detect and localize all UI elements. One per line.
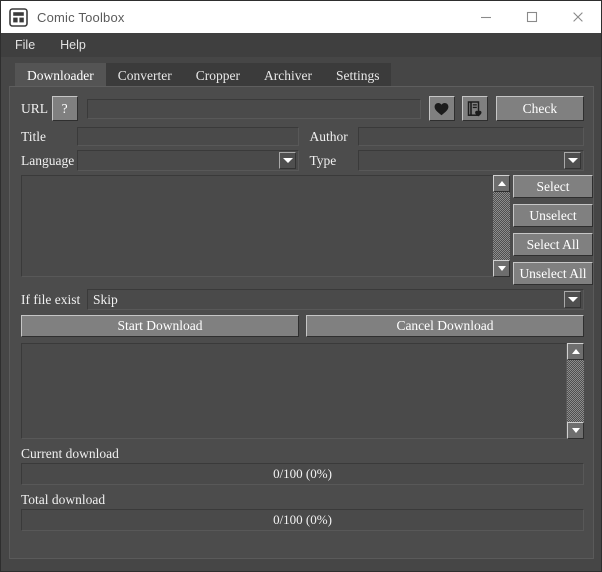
author-label: Author	[309, 128, 348, 144]
unselect-button[interactable]: Unselect	[513, 204, 593, 227]
tab-downloader[interactable]: Downloader	[15, 63, 106, 88]
author-input[interactable]	[357, 127, 584, 146]
close-button[interactable]	[555, 1, 601, 33]
favorites-list-button[interactable]	[461, 96, 488, 121]
check-button[interactable]: Check	[495, 96, 584, 121]
chevron-down-icon[interactable]	[564, 291, 581, 308]
url-help-button[interactable]: ?	[51, 96, 78, 121]
if-file-exist-row: If file exist Skip	[21, 289, 584, 310]
total-download-value: 0/100 (0%)	[273, 512, 332, 527]
chevron-down-icon[interactable]	[564, 152, 581, 169]
if-file-exist-value: Skip	[93, 291, 118, 307]
log-scrollbar[interactable]	[567, 343, 584, 439]
favorite-button[interactable]	[429, 96, 455, 121]
url-input[interactable]	[86, 98, 421, 119]
minimize-button[interactable]	[463, 1, 509, 33]
tab-archiver[interactable]: Archiver	[251, 63, 324, 88]
log-output[interactable]	[21, 343, 567, 439]
url-row: URL ? Check	[21, 96, 584, 121]
if-file-exist-combobox[interactable]: Skip	[87, 289, 584, 310]
app-window: Comic Toolbox File Help Downloader Conve…	[0, 0, 602, 572]
window-controls	[463, 1, 601, 33]
unselect-all-button[interactable]: Unselect All	[513, 262, 593, 285]
select-button[interactable]: Select	[513, 175, 593, 198]
if-file-exist-label: If file exist	[21, 291, 81, 307]
select-all-button[interactable]: Select All	[513, 233, 593, 256]
type-combobox[interactable]	[357, 150, 584, 171]
total-download-progressbar: 0/100 (0%)	[21, 509, 584, 531]
window-title: Comic Toolbox	[37, 9, 125, 25]
bookmark-heart-icon	[467, 100, 482, 116]
chevron-down-icon[interactable]	[279, 152, 297, 169]
current-download-value: 0/100 (0%)	[273, 466, 332, 481]
start-download-button[interactable]: Start Download	[21, 315, 299, 337]
minimize-icon	[481, 16, 491, 19]
scroll-up-button[interactable]	[567, 343, 584, 360]
cancel-download-button[interactable]: Cancel Download	[306, 315, 584, 337]
total-download-label: Total download	[21, 492, 106, 507]
menu-item-help[interactable]: Help	[56, 36, 95, 55]
title-input[interactable]	[77, 127, 300, 146]
downloader-panel: URL ? Check Title Author Language Type S…	[9, 86, 594, 559]
tab-strip: Downloader Converter Cropper Archiver Se…	[15, 62, 601, 88]
app-grid-icon	[9, 7, 28, 27]
menu-bar: File Help	[1, 33, 601, 57]
current-download-label: Current download	[21, 446, 119, 461]
maximize-button[interactable]	[509, 1, 555, 33]
language-type-row: Language Type	[21, 150, 584, 171]
close-icon	[573, 12, 583, 22]
scroll-up-button[interactable]	[493, 175, 510, 192]
tab-cropper[interactable]: Cropper	[183, 63, 252, 88]
url-label: URL	[21, 100, 48, 116]
maximize-icon	[526, 11, 538, 23]
language-combobox[interactable]	[77, 150, 300, 171]
current-download-progressbar: 0/100 (0%)	[21, 463, 584, 485]
tab-converter[interactable]: Converter	[105, 63, 184, 88]
scroll-down-button[interactable]	[567, 422, 584, 439]
title-author-row: Title Author	[21, 127, 584, 146]
tab-settings[interactable]: Settings	[323, 63, 392, 88]
scroll-down-button[interactable]	[493, 260, 510, 277]
type-label: Type	[309, 152, 337, 168]
chapter-list[interactable]	[21, 175, 495, 277]
chapter-list-scrollbar[interactable]	[493, 175, 510, 277]
heart-icon	[435, 102, 449, 115]
title-bar: Comic Toolbox	[1, 1, 601, 33]
menu-item-file[interactable]: File	[11, 36, 44, 55]
title-label: Title	[21, 128, 47, 144]
language-label: Language	[21, 152, 75, 168]
